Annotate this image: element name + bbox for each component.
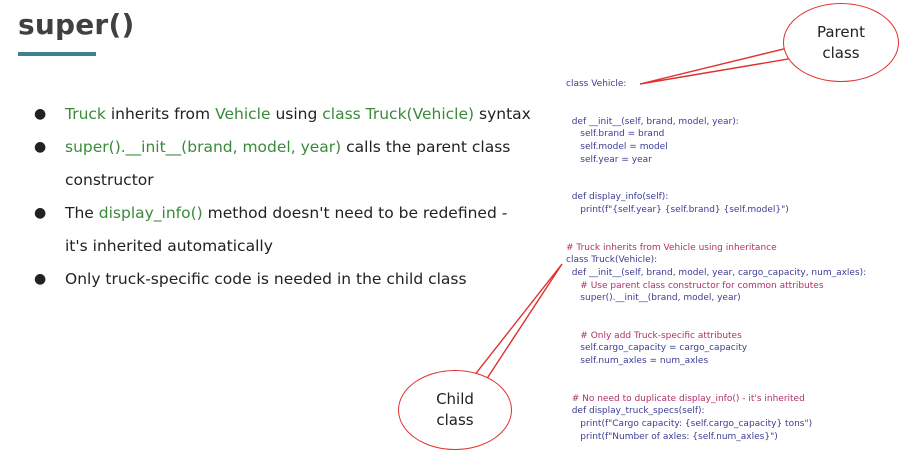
parent-callout-line-2: class [822,43,860,62]
parent-class-callout: Parent class [783,3,899,82]
child-class-callout: Child class [398,370,512,450]
child-class-pointer [464,263,563,388]
parent-callout-line-1: Parent [816,22,866,41]
child-callout-line-1: Child [436,390,474,408]
child-callout-line-2: class [436,411,474,429]
